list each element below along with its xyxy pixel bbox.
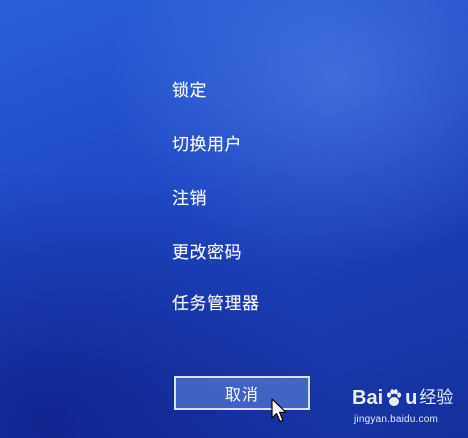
cancel-button[interactable]: 取消 (174, 376, 310, 410)
menu-item-change-password[interactable]: 更改密码 (172, 242, 242, 264)
watermark-brand-right: u (405, 387, 418, 409)
menu-item-lock[interactable]: 锁定 (172, 80, 207, 102)
menu-item-task-manager[interactable]: 任务管理器 (172, 293, 260, 315)
mouse-pointer-icon (271, 398, 287, 423)
watermark-brand-suffix: 经验 (419, 388, 454, 408)
menu-item-sign-out[interactable]: 注销 (172, 188, 207, 210)
watermark-brand-left: Bai (352, 387, 384, 409)
ctrl-alt-del-menu: 锁定 切换用户 注销 更改密码 任务管理器 取消 (0, 0, 468, 438)
baidu-jingyan-watermark: Bai u 经验 jingyan.baidu.com (352, 386, 464, 434)
watermark-url: jingyan.baidu.com (354, 414, 439, 425)
menu-item-switch-user[interactable]: 切换用户 (172, 134, 242, 156)
baidu-paw-icon (387, 389, 402, 406)
watermark-logo: Bai u 经验 (352, 386, 453, 410)
